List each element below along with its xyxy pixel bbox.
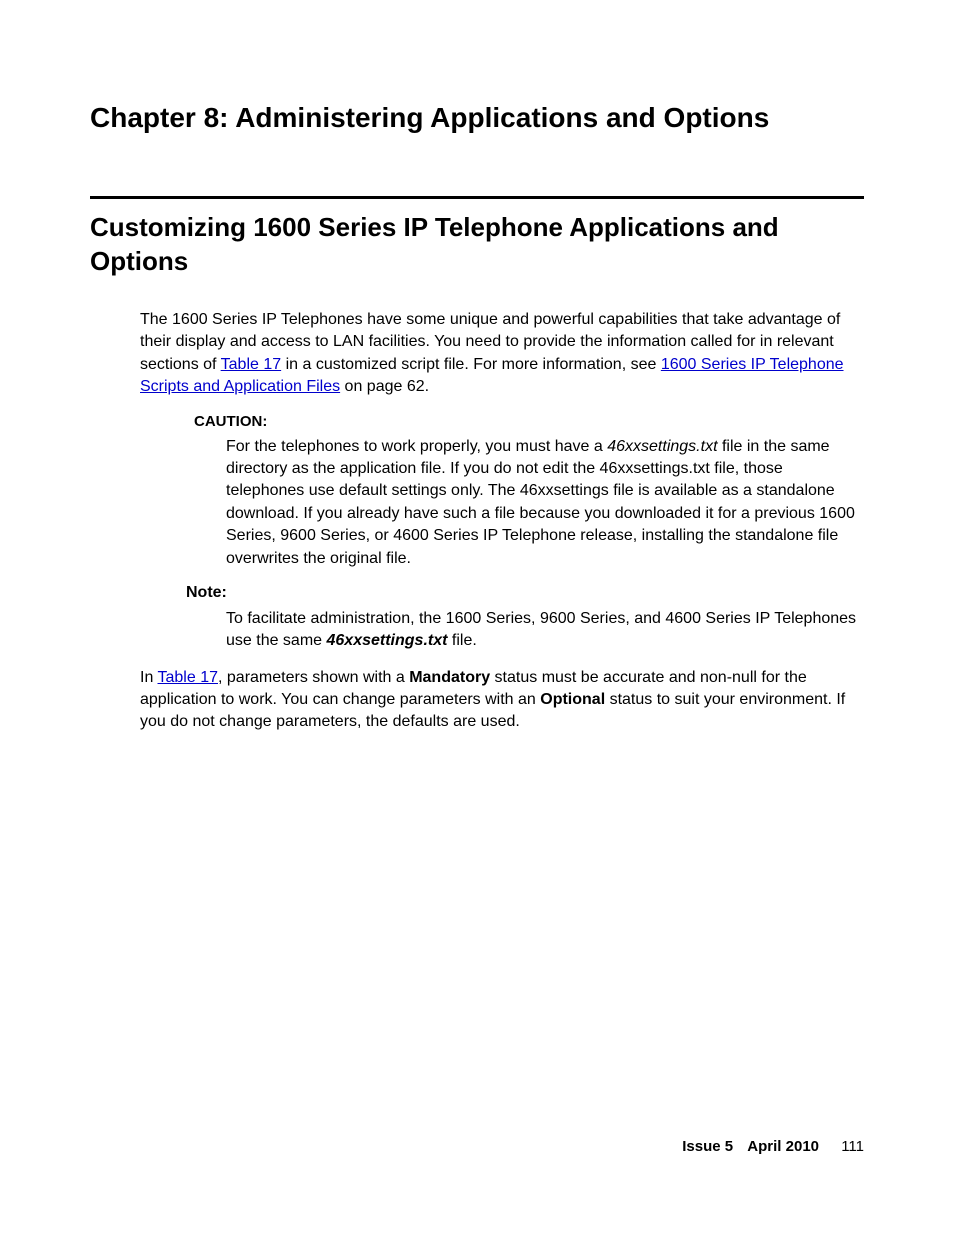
section-title: Customizing 1600 Series IP Telephone App… bbox=[90, 211, 864, 279]
footer-date: April 2010 bbox=[747, 1138, 819, 1155]
caution-heading: CAUTION: bbox=[186, 413, 864, 430]
note-heading: Note: bbox=[186, 584, 864, 602]
caution-text-pre: For the telephones to work properly, you… bbox=[226, 438, 607, 455]
paragraph-2: In Table 17, parameters shown with a Man… bbox=[90, 667, 864, 734]
intro-text-2: in a customized script file. For more in… bbox=[281, 356, 661, 373]
caution-body: For the telephones to work properly, you… bbox=[186, 436, 864, 570]
caution-block: CAUTION: For the telephones to work prop… bbox=[90, 413, 864, 570]
para2-text-2: , parameters shown with a bbox=[218, 669, 409, 686]
footer-page-number: 111 bbox=[841, 1138, 864, 1155]
table-17-link-2[interactable]: Table 17 bbox=[158, 669, 219, 686]
note-block: Note: To facilitate administration, the … bbox=[90, 584, 864, 653]
table-17-link[interactable]: Table 17 bbox=[221, 356, 282, 373]
caution-text-post: file in the same directory as the applic… bbox=[226, 438, 855, 567]
intro-paragraph: The 1600 Series IP Telephones have some … bbox=[90, 309, 864, 399]
intro-text-3: on page 62. bbox=[340, 378, 429, 395]
caution-filename: 46xxsettings.txt bbox=[607, 438, 717, 455]
note-text-post: file. bbox=[447, 632, 476, 649]
note-filename: 46xxsettings.txt bbox=[327, 632, 448, 649]
caution-label: CAUTION: bbox=[194, 413, 267, 430]
note-body: To facilitate administration, the 1600 S… bbox=[186, 608, 864, 653]
chapter-title: Chapter 8: Administering Applications an… bbox=[90, 100, 864, 136]
mandatory-label: Mandatory bbox=[409, 669, 490, 686]
section-rule bbox=[90, 196, 864, 199]
page-footer: Issue 5 April 2010 111 bbox=[682, 1138, 864, 1155]
note-text-pre: To facilitate administration, the 1600 S… bbox=[226, 610, 856, 649]
para2-text-1: In bbox=[140, 669, 158, 686]
optional-label: Optional bbox=[540, 691, 605, 708]
footer-issue: Issue 5 bbox=[682, 1138, 733, 1155]
